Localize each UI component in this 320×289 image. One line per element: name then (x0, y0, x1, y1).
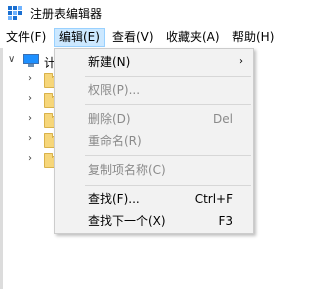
computer-icon (22, 54, 40, 68)
menu-separator (85, 76, 251, 77)
menu-item-label: 查找(F)... (88, 192, 140, 206)
chevron-right-icon[interactable]: › (28, 133, 32, 144)
menu-separator (85, 185, 251, 186)
chevron-right-icon[interactable]: › (28, 93, 32, 104)
registry-editor-icon (8, 6, 24, 20)
menu-item-find[interactable]: 查找(F)... Ctrl+F (55, 188, 253, 210)
menu-item-permissions[interactable]: 权限(P)... (55, 79, 253, 101)
menu-edit[interactable]: 编辑(E) (54, 28, 105, 47)
menu-view[interactable]: 查看(V) (108, 28, 158, 47)
menu-bar: 文件(F) 编辑(E) 查看(V) 收藏夹(A) 帮助(H) (0, 27, 311, 48)
menu-item-rename[interactable]: 重命名(R) (55, 130, 253, 152)
window-left-edge (0, 48, 3, 289)
tree-folder[interactable]: › (0, 72, 60, 90)
chevron-down-icon[interactable]: ∨ (8, 54, 15, 65)
menu-item-copy-key-name[interactable]: 复制项名称(C) (55, 159, 253, 181)
menu-separator (85, 104, 251, 105)
menu-item-shortcut: Ctrl+F (194, 192, 233, 206)
menu-item-find-next[interactable]: 查找下一个(X) F3 (55, 210, 253, 232)
tree-folder[interactable]: › (0, 152, 60, 170)
menu-item-label: 权限(P)... (88, 83, 141, 97)
chevron-right-icon[interactable]: › (28, 153, 32, 164)
chevron-right-icon: › (239, 56, 243, 67)
tree-folder[interactable]: › (0, 132, 60, 150)
menu-item-delete[interactable]: 删除(D) Del (55, 108, 253, 130)
menu-item-label: 删除(D) (88, 112, 131, 126)
menu-item-shortcut: Del (213, 112, 233, 126)
menu-file[interactable]: 文件(F) (2, 28, 50, 47)
window-title: 注册表编辑器 (30, 7, 103, 21)
chevron-right-icon[interactable]: › (28, 113, 32, 124)
title-bar: 注册表编辑器 (0, 0, 311, 27)
tree-folder[interactable]: › (0, 92, 60, 110)
edit-menu-dropdown: 新建(N) › 权限(P)... 删除(D) Del 重命名(R) 复制项名称(… (54, 48, 254, 234)
menu-item-new[interactable]: 新建(N) › (55, 51, 253, 73)
chevron-right-icon[interactable]: › (28, 73, 32, 84)
menu-item-label: 查找下一个(X) (88, 214, 166, 228)
menu-item-label: 新建(N) (88, 55, 131, 69)
tree-folder[interactable]: › (0, 112, 60, 130)
menu-favorites[interactable]: 收藏夹(A) (162, 28, 224, 47)
menu-item-label: 重命名(R) (88, 134, 142, 148)
menu-separator (85, 155, 251, 156)
menu-item-label: 复制项名称(C) (88, 163, 166, 177)
menu-help[interactable]: 帮助(H) (228, 28, 278, 47)
menu-item-shortcut: F3 (218, 214, 233, 228)
